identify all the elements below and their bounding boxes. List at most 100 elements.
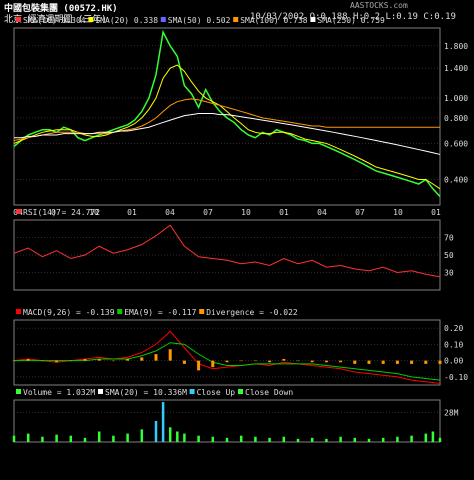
price-y-tick-label: 0.800: [444, 114, 468, 123]
macd-legend-swatch: [16, 309, 21, 314]
price-legend-label: SMA(250) 0.759: [317, 16, 385, 25]
volume-bar: [424, 433, 428, 442]
volume-bar: [140, 429, 144, 442]
macd-divergence-bar: [154, 354, 158, 361]
macd-divergence-bar: [282, 359, 286, 361]
volume-legend-swatch: [238, 389, 243, 394]
volume-bar: [367, 438, 371, 442]
macd-divergence-bar: [438, 360, 442, 364]
volume-bar: [325, 438, 328, 442]
volume-bar: [353, 437, 357, 442]
price-legend-swatch: [88, 17, 94, 22]
macd-divergence-bar: [310, 360, 314, 363]
macd-legend-label: Divergence = -0.022: [206, 308, 298, 317]
price-legend-swatch: [16, 17, 21, 22]
macd-divergence-bar: [126, 359, 130, 361]
x-tick-label: 01: [279, 208, 289, 217]
volume-bar: [310, 437, 314, 442]
macd-divergence-bar: [182, 360, 186, 364]
macd-divergence-bar: [353, 360, 357, 364]
macd-divergence-bar: [381, 360, 385, 364]
x-tick-label: 04: [317, 208, 327, 217]
volume-bar: [197, 435, 200, 442]
price-legend-swatch: [160, 17, 166, 22]
price-legend-label: SMA(20) 0.338: [95, 16, 158, 25]
volume-legend-swatch: [189, 389, 195, 394]
volume-bar: [431, 431, 435, 442]
macd-divergence-bar: [296, 360, 300, 362]
volume-bar: [83, 437, 87, 442]
macd-divergence-bar: [367, 360, 371, 364]
macd-y-tick-label: 0.20: [444, 324, 463, 333]
volume-bar: [168, 427, 172, 442]
price-series-line: [13, 98, 440, 142]
price-legend-swatch: [233, 17, 239, 22]
macd-panel-frame: [13, 319, 441, 386]
macd-divergence-bar: [211, 360, 215, 368]
macd-y-tick-label: 0.00: [444, 357, 463, 366]
rsi-series-line: [13, 224, 441, 278]
x-tick-label: 04: [165, 208, 175, 217]
macd-divergence-bar: [40, 360, 44, 362]
rsi-y-tick-label: 70: [444, 234, 454, 243]
price-legend-label: SMA(50) 0.502: [168, 16, 231, 25]
price-y-tick-label: 1.800: [444, 42, 468, 51]
macd-series-line: [13, 330, 441, 384]
macd-divergence-bar: [140, 357, 144, 361]
volume-bar: [211, 436, 215, 442]
macd-divergence-bar: [69, 360, 73, 362]
macd-divergence-bar: [239, 360, 243, 362]
rsi-y-tick-label: 30: [444, 269, 454, 278]
price-series-line: [14, 113, 441, 155]
volume-bar: [239, 435, 243, 442]
volume-bar: [396, 436, 399, 442]
x-tick-label: 07: [203, 208, 213, 217]
volume-y-tick-label: 28M: [444, 409, 459, 418]
volume-bar: [41, 436, 44, 442]
rsi-legend-label: RSI(14) = 24.772: [23, 208, 100, 217]
macd-divergence-bar: [339, 360, 343, 363]
price-y-tick-label: 1.400: [444, 64, 468, 73]
volume-bar: [26, 433, 30, 442]
volume-legend-label: Close Up: [197, 388, 236, 397]
price-y-tick-label: 0.600: [444, 139, 468, 148]
x-tick-label: 10: [393, 208, 403, 217]
x-tick-label: 01: [431, 208, 441, 217]
macd-divergence-bar: [26, 359, 30, 361]
macd-divergence-bar: [395, 360, 399, 364]
price-y-tick-label: 0.400: [444, 175, 468, 184]
macd-divergence-bar: [253, 360, 257, 362]
macd-divergence-bar: [197, 360, 201, 371]
volume-bar: [339, 436, 342, 442]
volume-bar: [268, 437, 271, 442]
macd-divergence-bar: [268, 360, 272, 363]
volume-bar: [438, 437, 442, 442]
macd-legend-label: MACD(9,26) = -0.139: [23, 308, 115, 317]
macd-divergence-bar: [97, 359, 101, 361]
rsi-legend-swatch: [16, 209, 21, 214]
volume-bar: [126, 433, 129, 442]
price-legend-label: SMA(10) 0.304: [23, 16, 86, 25]
volume-bar: [176, 431, 179, 442]
price-legend-swatch: [310, 17, 316, 22]
macd-divergence-bar: [225, 360, 229, 363]
volume-legend-label: Volume = 1.032M: [23, 388, 95, 397]
volume-bar: [296, 438, 300, 442]
x-tick-label: 01: [127, 208, 137, 217]
x-tick-label: 10: [241, 208, 251, 217]
price-panel-frame: [13, 27, 441, 206]
macd-divergence-bar: [111, 360, 115, 362]
macd-divergence-bar: [55, 360, 59, 363]
macd-divergence-bar: [12, 360, 16, 362]
price-y-tick-label: 1.000: [444, 94, 468, 103]
x-tick-label: 07: [355, 208, 365, 217]
rsi-y-tick-label: 50: [444, 251, 454, 260]
volume-legend-label: SMA(20) = 10.336M: [105, 388, 187, 397]
volume-bar: [12, 435, 16, 442]
volume-legend-label: Close Down: [245, 388, 293, 397]
volume-bar: [161, 402, 165, 442]
macd-legend-swatch: [117, 309, 123, 314]
macd-y-tick-label: -0.10: [444, 373, 468, 382]
volume-bar: [183, 433, 186, 442]
macd-legend-label: EMA(9) = -0.117: [124, 308, 196, 317]
